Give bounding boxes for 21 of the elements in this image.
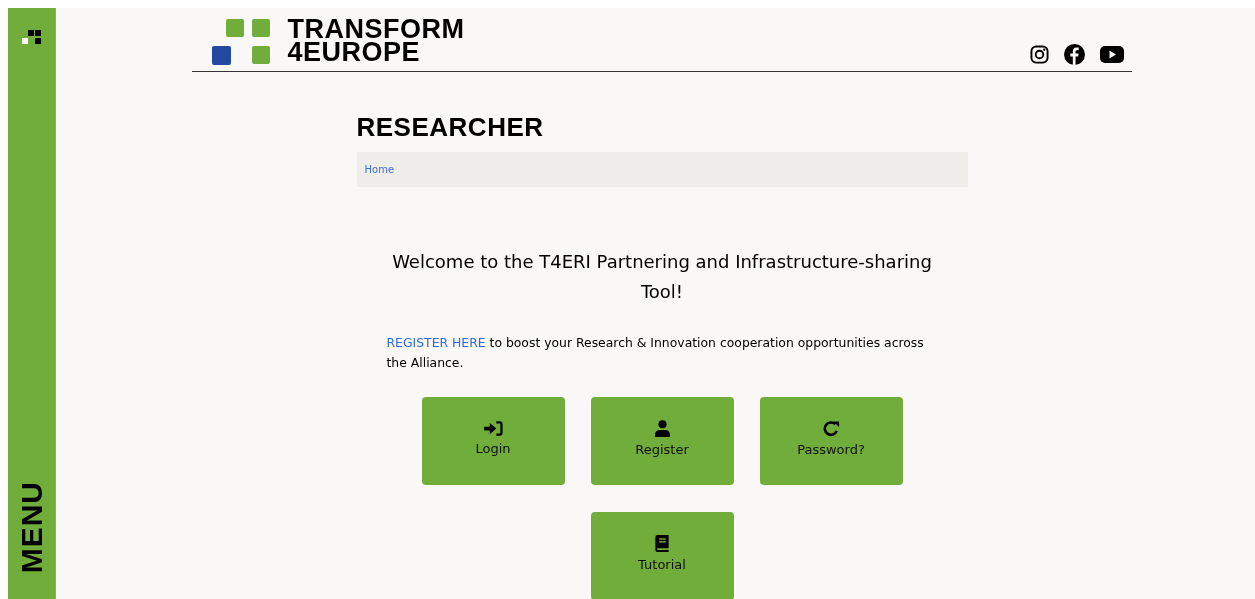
facebook-icon[interactable] <box>1063 44 1085 65</box>
sign-in-icon <box>483 420 503 436</box>
user-icon <box>654 419 670 437</box>
book-icon <box>655 534 669 552</box>
logo-text: 4EUROPE <box>287 41 421 64</box>
menu-label[interactable]: MENU <box>16 480 47 573</box>
password-button[interactable]: Password? <box>759 397 903 485</box>
instagram-icon[interactable] <box>1029 45 1049 64</box>
login-button[interactable]: Login <box>421 397 565 485</box>
register-button[interactable]: Register <box>590 397 734 485</box>
breadcrumb-link[interactable]: Home <box>364 164 395 175</box>
youtube-icon[interactable] <box>1099 46 1124 63</box>
refresh-icon <box>822 419 840 437</box>
tutorial-button[interactable]: Tutorial <box>590 512 734 599</box>
page-title: RESEARCHER <box>356 112 545 143</box>
logo-text: TRANSFORM <box>287 18 465 41</box>
welcome-heading: Welcome to the T4ERI Partnering and Infrastructure-sharing Tool! <box>391 250 933 304</box>
register-link[interactable]: REGISTER HERE <box>386 335 486 350</box>
intro-text: REGISTER HERE to boost your Research & Innovation cooperation opportunities across the Alliance. <box>386 334 925 372</box>
menu-icon[interactable] <box>21 30 42 46</box>
logo-icon <box>211 19 270 65</box>
